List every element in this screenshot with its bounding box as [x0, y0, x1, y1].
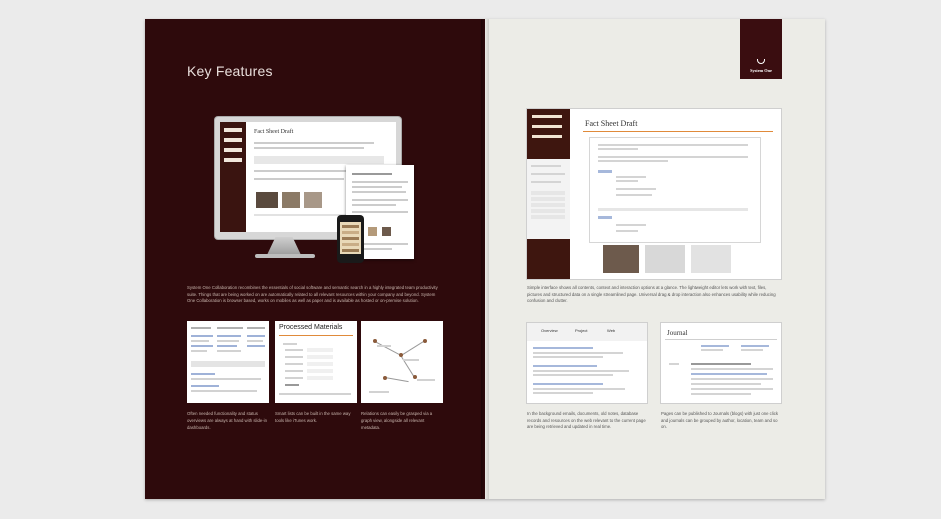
graph-view-thumbnail — [361, 321, 443, 403]
fact-sheet-title: Fact Sheet Draft — [585, 119, 638, 128]
dashboard-caption: Often needed functionality and status ov… — [187, 411, 268, 430]
monitor-doc-title: Fact Sheet Draft — [254, 129, 294, 135]
smart-list-caption: Smart lists can be built in the same way… — [275, 411, 351, 423]
background-retrieval-caption: In the background emails, documents, old… — [527, 411, 646, 430]
mobile-phone-image — [337, 215, 364, 263]
page-gutter — [481, 19, 489, 499]
fact-sheet-screenshot: Fact Sheet Draft — [527, 109, 781, 279]
monitor-base — [255, 254, 315, 258]
journal-screenshot: Journal — [661, 323, 781, 403]
processed-materials-title: Processed Materials — [279, 324, 343, 331]
tab-web: Web — [607, 328, 616, 333]
left-page: Key Features Fact Sheet Draft System One… — [145, 19, 485, 499]
brochure-spread: Key Features Fact Sheet Draft System One… — [145, 19, 825, 499]
monitor-stand — [267, 237, 301, 255]
editor-caption: Simple interface shows all contents, con… — [527, 285, 776, 304]
related-resources-screenshot: Overview Project Web — [527, 323, 647, 403]
journal-title: Journal — [667, 329, 688, 337]
document-editor-panel — [589, 137, 761, 243]
smart-list-thumbnail: Processed Materials — [275, 321, 357, 403]
tab-project: Project — [575, 328, 588, 333]
system-one-logo: System One — [740, 19, 782, 79]
dashboard-thumbnail — [187, 321, 269, 403]
tab-overview: Overview — [541, 328, 558, 333]
logo-text: System One — [750, 68, 772, 73]
smile-logo-icon — [757, 59, 765, 64]
intro-paragraph: System One Collaboration recombines the … — [187, 285, 438, 304]
screen-sidebar — [220, 122, 246, 232]
graph-view-caption: Relations can easily be grasped via a gr… — [361, 411, 433, 430]
key-features-heading: Key Features — [187, 63, 273, 79]
journal-caption: Pages can be published to Journals (blog… — [661, 411, 779, 430]
